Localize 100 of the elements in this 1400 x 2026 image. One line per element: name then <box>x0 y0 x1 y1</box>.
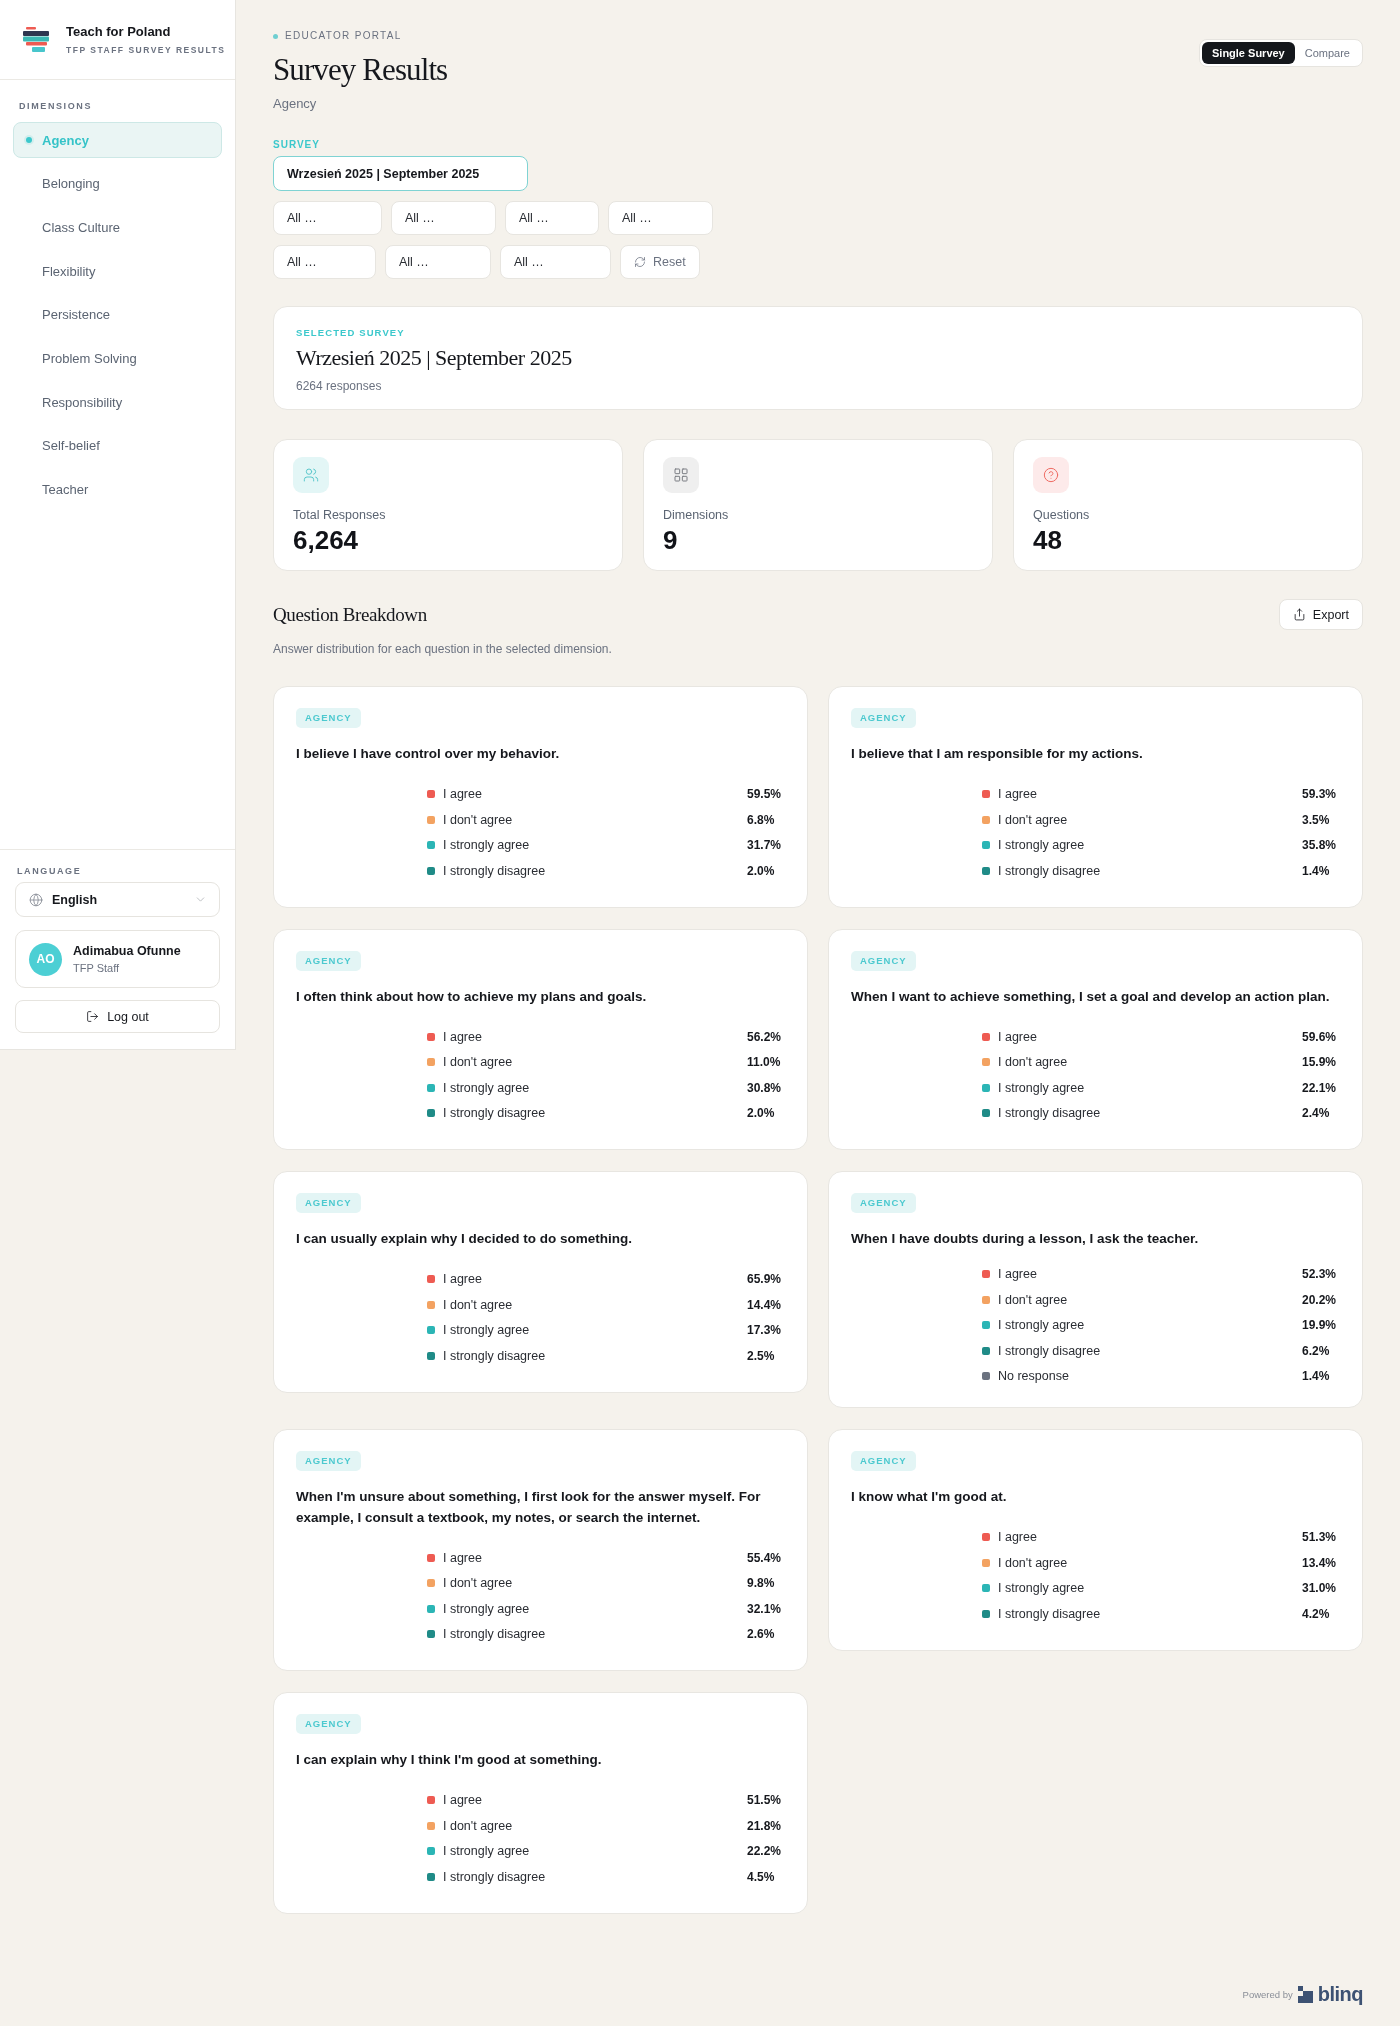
answer-percentage: 35.8% <box>1302 838 1338 853</box>
category-tag: AGENCY <box>296 950 361 971</box>
answer-percentage: 65.9% <box>747 1272 783 1287</box>
answer-percentage: 2.5% <box>747 1348 776 1363</box>
section-label: DIMENSIONS <box>18 100 93 112</box>
filter-select[interactable]: All … <box>505 201 599 235</box>
answer-label: I agree <box>443 1793 483 1808</box>
answer-label: I don't agree <box>998 1292 1069 1307</box>
category-tag: AGENCY <box>851 950 916 971</box>
answer-label: I strongly agree <box>443 1323 531 1338</box>
answer-percentage: 31.0% <box>1302 1581 1338 1596</box>
export-button[interactable]: Export <box>1278 599 1363 630</box>
answer-label: I strongly disagree <box>443 1348 547 1363</box>
nav-item[interactable]: Teacher <box>13 471 222 508</box>
answer-label: I agree <box>998 787 1038 802</box>
answer-label: I don't agree <box>443 1818 514 1833</box>
view-toggle-button[interactable]: Compare <box>1294 42 1360 64</box>
logout-button[interactable]: Log out <box>15 1000 220 1033</box>
reset-button[interactable]: Reset <box>620 245 700 279</box>
answer-label: I don't agree <box>443 1055 514 1070</box>
answer-label: I don't agree <box>998 1055 1069 1070</box>
brand-name: blinq <box>1317 1982 1363 2006</box>
answer-label: I strongly agree <box>998 1318 1086 1333</box>
stat-value: 48 <box>1033 525 1062 555</box>
summary-label: SELECTED SURVEY <box>296 326 406 340</box>
brand-title: Teach for Poland <box>66 23 172 40</box>
nav-item[interactable]: Belonging <box>13 165 222 202</box>
answer-percentage: 56.2% <box>747 1029 783 1044</box>
filter-select[interactable]: All … <box>385 245 491 279</box>
answer-percentage: 30.8% <box>747 1080 783 1095</box>
answer-percentage: 4.5% <box>747 1869 776 1884</box>
answer-percentage: 59.6% <box>1302 1029 1338 1044</box>
answer-percentage: 20.2% <box>1302 1292 1338 1307</box>
refresh-icon <box>634 256 646 268</box>
powered-by-label: Powered by <box>1242 1988 1293 2000</box>
answer-percentage: 9.8% <box>747 1576 776 1591</box>
filter-select[interactable]: All … <box>273 201 382 235</box>
users-icon <box>293 457 329 493</box>
answer-label: No response <box>998 1369 1070 1384</box>
answer-label: I don't agree <box>998 1555 1069 1570</box>
answer-label: I agree <box>443 1550 483 1565</box>
nav-item[interactable]: Problem Solving <box>13 340 222 377</box>
nav-item[interactable]: Responsibility <box>13 384 222 421</box>
language-select[interactable]: English <box>15 882 220 917</box>
answer-percentage: 22.1% <box>1302 1080 1338 1095</box>
answer-label: I don't agree <box>443 812 514 827</box>
answer-label: I strongly disagree <box>998 1106 1102 1121</box>
response-count: 6264 responses <box>296 378 383 394</box>
answer-label: I don't agree <box>443 1576 514 1591</box>
user-avatar: AO <box>29 942 62 976</box>
dot-icon <box>24 135 34 145</box>
answer-percentage: 55.4% <box>747 1550 783 1565</box>
nav-item[interactable]: Class Culture <box>13 209 222 246</box>
square-logo-icon <box>1297 1985 1313 2003</box>
answer-percentage: 59.5% <box>747 787 783 802</box>
nav-item[interactable]: Self-belief <box>13 427 222 464</box>
filter-select[interactable]: All … <box>391 201 496 235</box>
answer-percentage: 14.4% <box>747 1297 783 1312</box>
filter-select[interactable]: All … <box>608 201 713 235</box>
stripes-logo-icon <box>23 27 49 52</box>
answer-label: I strongly disagree <box>443 1106 547 1121</box>
question-text: When I'm unsure about something, I first look for the answer myself. For example, I consult a textbook, my notes, or search the internet. <box>296 1488 762 1527</box>
nav-item[interactable]: Persistence <box>13 296 222 333</box>
section-title: Question Breakdown <box>273 603 427 626</box>
answer-label: I strongly disagree <box>443 1627 547 1642</box>
user-role: TFP Staff <box>73 961 121 975</box>
filter-select[interactable]: All … <box>273 245 376 279</box>
survey-select[interactable]: Wrzesień 2025 | September 2025 <box>273 156 528 191</box>
section-description: Answer distribution for each question in the selected dimension. <box>273 641 613 657</box>
question-text: I know what I'm good at. <box>851 1488 1007 1506</box>
answer-percentage: 2.0% <box>747 863 776 878</box>
answer-label: I strongly disagree <box>998 1343 1102 1358</box>
category-tag: AGENCY <box>851 1193 916 1213</box>
category-tag: AGENCY <box>296 1714 361 1734</box>
answer-label: I agree <box>998 1530 1038 1545</box>
answer-percentage: 32.1% <box>747 1601 783 1616</box>
stat-label: Questions <box>1033 507 1090 523</box>
nav-item[interactable]: Flexibility <box>13 253 222 290</box>
section-label: LANGUAGE <box>16 865 83 877</box>
category-tag: AGENCY <box>851 1451 916 1471</box>
answer-percentage: 59.3% <box>1302 787 1338 802</box>
summary-title: Wrzesień 2025 | September 2025 <box>296 344 573 372</box>
answer-label: I strongly disagree <box>998 863 1102 878</box>
answer-label: I strongly agree <box>998 1080 1086 1095</box>
question-text: I can usually explain why I decided to do something. <box>296 1230 633 1248</box>
question-text: I can explain why I think I'm good at something. <box>296 1751 602 1769</box>
view-toggle-button[interactable]: Single Survey <box>1202 42 1295 64</box>
answer-percentage: 1.4% <box>1302 863 1331 878</box>
page-subtitle: Agency <box>273 95 318 113</box>
grid-icon <box>663 457 699 493</box>
answer-label: I agree <box>443 1029 483 1044</box>
answer-label: I don't agree <box>443 1297 514 1312</box>
answer-percentage: 6.2% <box>1302 1343 1331 1358</box>
filter-select[interactable]: All … <box>500 245 611 279</box>
answer-percentage: 15.9% <box>1302 1055 1338 1070</box>
question-text: When I have doubts during a lesson, I ask the teacher. <box>851 1230 1199 1248</box>
category-tag: AGENCY <box>851 708 916 728</box>
answer-label: I strongly agree <box>443 1080 531 1095</box>
answer-percentage: 2.0% <box>747 1106 776 1121</box>
category-tag: AGENCY <box>296 1451 361 1471</box>
